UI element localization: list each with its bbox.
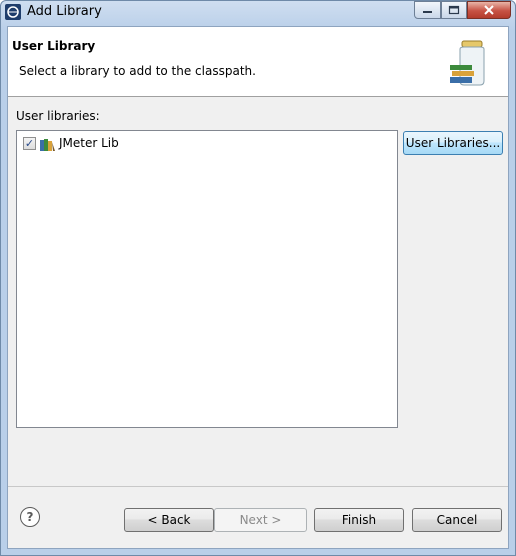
back-button[interactable]: < Back (124, 508, 214, 532)
library-icon (40, 139, 55, 151)
eclipse-app-icon (5, 4, 21, 20)
window-title: Add Library (27, 4, 102, 19)
next-button[interactable]: Next > (214, 508, 307, 532)
wizard-header: User Library Select a library to add to … (8, 27, 508, 97)
maximize-button[interactable] (441, 1, 467, 19)
add-library-dialog: Add Library User Library Select a librar… (0, 0, 516, 556)
page-title: User Library (12, 39, 96, 53)
library-jar-icon (450, 40, 485, 86)
user-libraries-label: User libraries: (16, 109, 100, 123)
footer-separator (8, 486, 508, 487)
page-description: Select a library to add to the classpath… (19, 64, 256, 78)
title-bar[interactable]: Add Library (1, 1, 515, 25)
user-libraries-list[interactable]: ✓ JMeter Lib (16, 130, 398, 428)
finish-button[interactable]: Finish (314, 508, 404, 532)
user-libraries-button[interactable]: User Libraries... (403, 131, 503, 155)
library-label: JMeter Lib (59, 136, 119, 150)
cancel-button[interactable]: Cancel (412, 508, 502, 532)
close-button[interactable] (467, 1, 511, 19)
help-icon[interactable]: ? (20, 507, 40, 527)
dialog-content: User Library Select a library to add to … (7, 26, 509, 549)
minimize-button[interactable] (414, 1, 441, 19)
jmeter-lib-checkbox[interactable]: ✓ (23, 137, 36, 150)
